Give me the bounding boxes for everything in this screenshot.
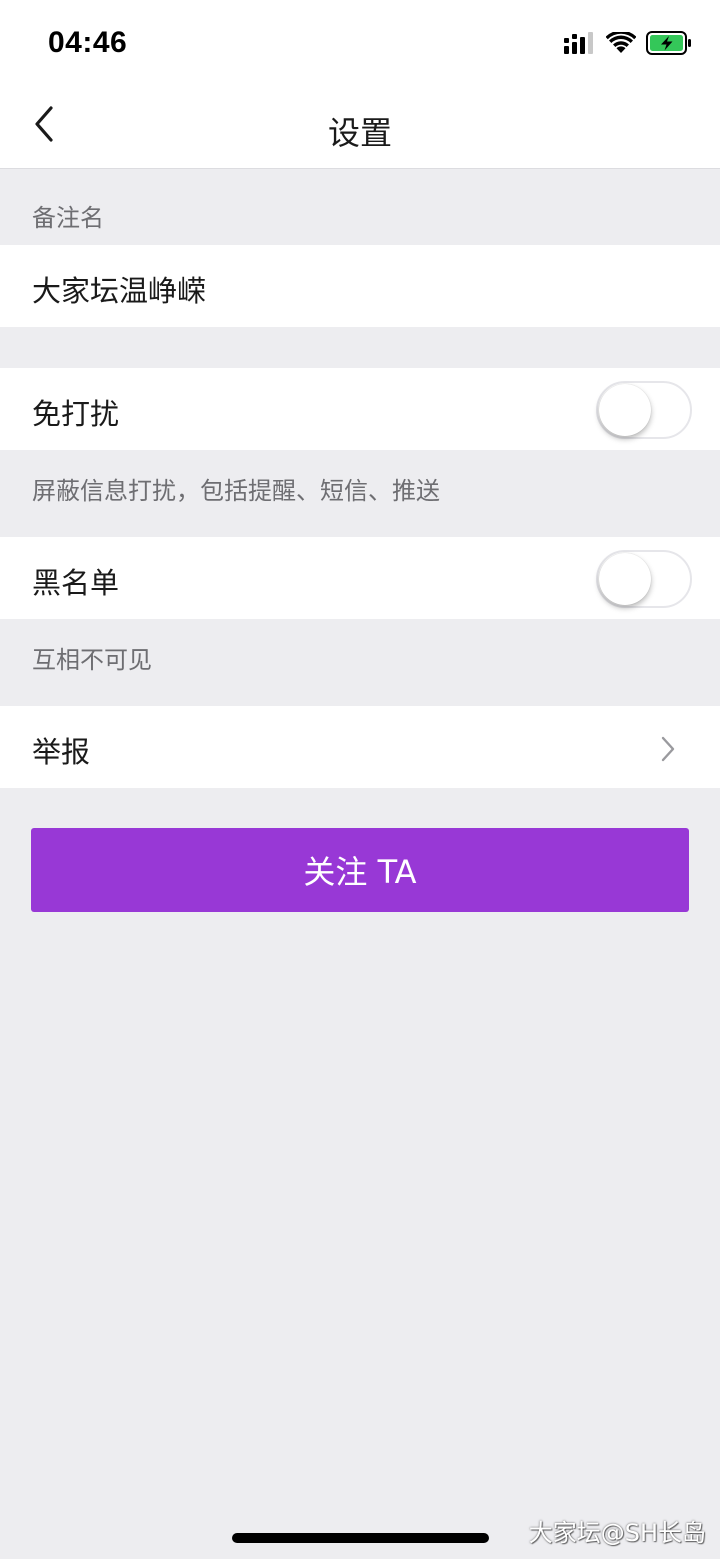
battery-charging-icon — [646, 31, 692, 59]
toggle-knob — [599, 384, 651, 436]
status-icons — [564, 30, 692, 59]
wifi-icon — [605, 30, 637, 58]
nav-bar: 设置 — [0, 88, 720, 169]
status-time: 04:46 — [48, 26, 128, 59]
home-indicator — [232, 1533, 489, 1543]
remark-section-label: 备注名 — [32, 204, 104, 232]
blacklist-row: 黑名单 — [0, 537, 720, 619]
follow-button[interactable]: 关注 TA — [31, 828, 689, 912]
page-title: 设置 — [327, 114, 392, 152]
report-label: 举报 — [32, 735, 91, 769]
remark-name-value: 大家坛温峥嵘 — [32, 274, 207, 308]
do-not-disturb-label: 免打扰 — [32, 397, 120, 431]
watermark: 大家坛@SH长岛 — [528, 1519, 706, 1547]
blacklist-toggle[interactable] — [596, 550, 692, 608]
blacklist-description: 互相不可见 — [32, 646, 152, 674]
chevron-right-icon — [660, 736, 676, 762]
report-row[interactable]: 举报 — [0, 706, 720, 788]
cellular-signal-icon — [564, 32, 596, 58]
remark-name-field[interactable]: 大家坛温峥嵘 — [0, 245, 720, 327]
toggle-knob — [599, 553, 651, 605]
status-bar: 04:46 — [0, 0, 720, 88]
blacklist-label: 黑名单 — [32, 566, 120, 600]
do-not-disturb-toggle[interactable] — [596, 381, 692, 439]
do-not-disturb-row: 免打扰 — [0, 368, 720, 450]
do-not-disturb-description: 屏蔽信息打扰，包括提醒、短信、推送 — [32, 477, 440, 505]
